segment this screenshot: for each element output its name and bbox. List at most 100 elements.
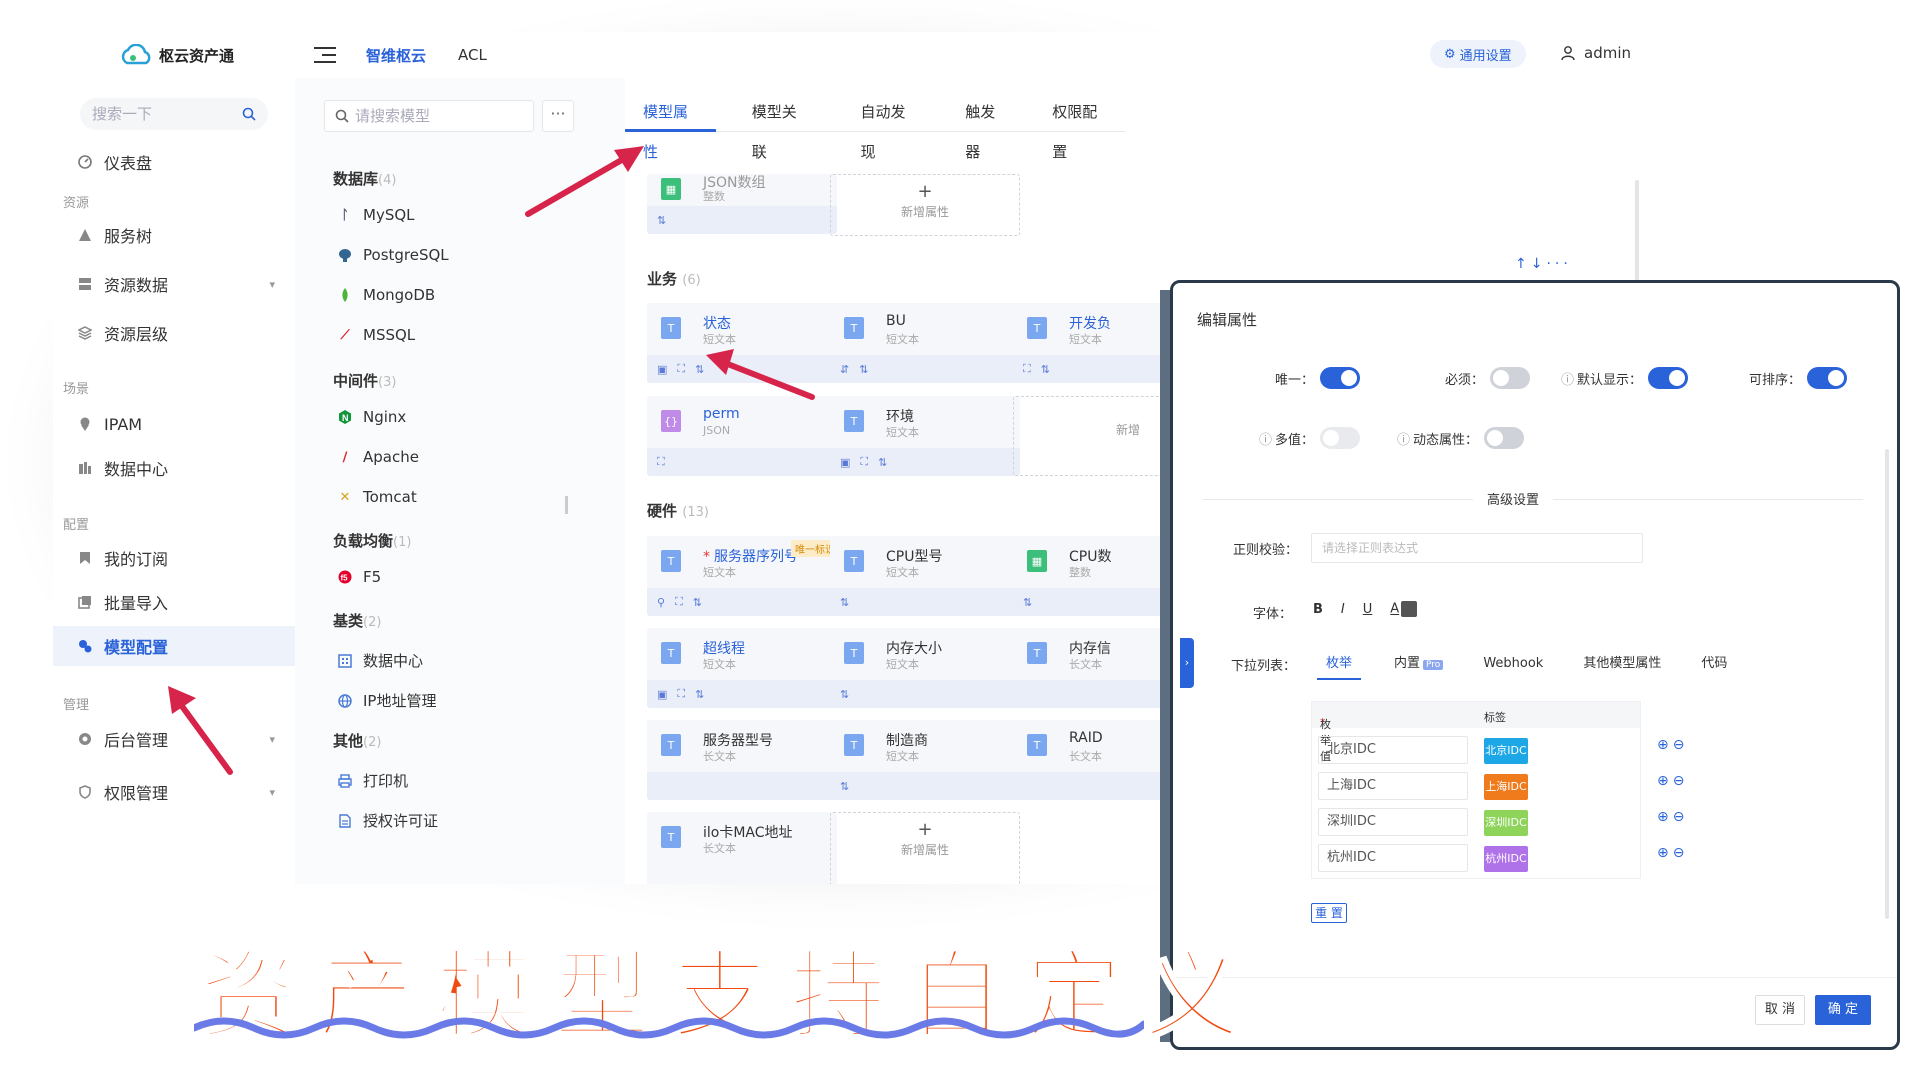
unique-icon[interactable]: ▣ bbox=[840, 456, 850, 469]
model-list-scrollbar[interactable] bbox=[565, 496, 568, 514]
regex-select[interactable]: 请选择正则表达式 bbox=[1311, 533, 1643, 563]
user-menu[interactable]: admin bbox=[1560, 44, 1631, 62]
attr-card-env[interactable]: T 环境 短文本 ▣ ⛶ ⇅ bbox=[830, 396, 1020, 476]
swap-icon[interactable]: ⇅ bbox=[840, 596, 849, 609]
tab-auto-discovery[interactable]: 自动发现 bbox=[842, 92, 933, 161]
group-hardware[interactable]: 硬件 (13) bbox=[647, 500, 709, 521]
sidebar-item-model-config[interactable]: 模型配置 bbox=[53, 626, 295, 666]
add-row-icon[interactable]: ⊕ bbox=[1657, 845, 1673, 861]
model-category-database[interactable]: 数据库(4) bbox=[333, 168, 396, 189]
tab-code[interactable]: 代码 bbox=[1686, 649, 1742, 680]
sidebar-item-resource-level[interactable]: 资源层级 bbox=[53, 313, 295, 353]
attr-card-bu[interactable]: T BU 短文本 ⇵ ⇅ bbox=[830, 303, 1020, 383]
model-item-f5[interactable]: f5 F5 bbox=[337, 568, 381, 586]
group-business[interactable]: 业务 (6) bbox=[647, 268, 701, 289]
add-row-icon[interactable]: ⊕ bbox=[1657, 809, 1673, 825]
swap-icon[interactable]: ⇅ bbox=[859, 363, 868, 376]
dynamic-toggle[interactable] bbox=[1484, 427, 1525, 449]
pin-icon[interactable]: ⚲ bbox=[657, 596, 665, 609]
model-item-nginx[interactable]: N Nginx bbox=[337, 408, 406, 426]
topnav-primary[interactable]: 智维枢云 bbox=[366, 45, 426, 66]
attr-card-vendor[interactable]: T 制造商 短文本 ⇅ bbox=[830, 720, 1020, 800]
attr-card-hyperthread[interactable]: T 超线程 短文本 ▣ ⛶ ⇅ bbox=[647, 628, 837, 708]
swap-icon[interactable]: ⇅ bbox=[657, 214, 666, 227]
remove-row-icon[interactable]: ⊖ bbox=[1673, 773, 1689, 789]
enum-value-input[interactable]: 深圳IDC bbox=[1318, 808, 1468, 836]
multi-value-toggle[interactable] bbox=[1320, 427, 1361, 449]
model-item-printer[interactable]: 打印机 bbox=[337, 770, 408, 791]
underline-button[interactable]: U bbox=[1363, 602, 1373, 617]
swap-icon[interactable]: ⇅ bbox=[1023, 596, 1032, 609]
sort-icon[interactable]: ⇵ bbox=[840, 363, 849, 376]
reset-button[interactable]: 重 置 bbox=[1311, 903, 1347, 923]
unique-icon[interactable]: ▣ bbox=[657, 688, 667, 701]
expand-icon[interactable]: ⛶ bbox=[677, 687, 685, 701]
add-attribute-button[interactable]: + 新增属性 bbox=[830, 812, 1020, 884]
expand-icon[interactable]: ⛶ bbox=[1023, 362, 1031, 376]
attr-card-memory[interactable]: T 内存大小 短文本 ⇅ bbox=[830, 628, 1020, 708]
cancel-button[interactable]: 取 消 bbox=[1755, 995, 1805, 1025]
model-category-base[interactable]: 基类(2) bbox=[333, 610, 381, 631]
sidebar-search-input[interactable]: 搜索一下 bbox=[80, 98, 268, 130]
settings-button[interactable]: ⚙ 通用设置 bbox=[1430, 40, 1526, 68]
model-item-datacenter[interactable]: 数据中心 bbox=[337, 650, 423, 671]
confirm-button[interactable]: 确 定 bbox=[1815, 995, 1871, 1025]
model-item-apache[interactable]: ∕ Apache bbox=[337, 448, 419, 466]
sidebar-item-service-tree[interactable]: 服务树 bbox=[53, 215, 295, 255]
more-button[interactable]: ··· bbox=[542, 100, 574, 132]
attr-card-json-array[interactable]: ▦ JSON数组 整数 ⇅ bbox=[647, 174, 837, 234]
swap-icon[interactable]: ⇅ bbox=[840, 780, 849, 793]
attr-card-cpu-model[interactable]: T CPU型号 短文本 ⇅ bbox=[830, 536, 1020, 616]
dialog-scrollbar[interactable] bbox=[1885, 449, 1889, 919]
unique-toggle[interactable] bbox=[1320, 367, 1361, 389]
swap-icon[interactable]: ⇅ bbox=[1041, 363, 1050, 376]
tab-model-relations[interactable]: 模型关联 bbox=[734, 92, 825, 161]
remove-row-icon[interactable]: ⊖ bbox=[1673, 737, 1689, 753]
font-color-button[interactable]: A bbox=[1390, 601, 1418, 617]
model-item-license[interactable]: 授权许可证 bbox=[337, 810, 438, 831]
swap-icon[interactable]: ⇅ bbox=[695, 688, 704, 701]
remove-row-icon[interactable]: ⊖ bbox=[1673, 809, 1689, 825]
tab-permissions[interactable]: 权限配置 bbox=[1034, 92, 1125, 161]
attr-card-serial[interactable]: T * 服务器序列号 唯一标识 短文本 ⚲ ⛶ ⇅ bbox=[647, 536, 839, 616]
sidebar-item-dashboard[interactable]: 仪表盘 bbox=[53, 142, 295, 182]
model-item-ip[interactable]: IP地址管理 bbox=[337, 690, 436, 711]
add-row-icon[interactable]: ⊕ bbox=[1657, 773, 1673, 789]
model-item-mysql[interactable]: ᛚ MySQL bbox=[337, 206, 414, 224]
expand-icon[interactable]: ⛶ bbox=[860, 455, 868, 469]
swap-icon[interactable]: ⇅ bbox=[693, 596, 702, 609]
enum-tag[interactable]: 深圳IDC bbox=[1484, 810, 1528, 836]
menu-toggle-icon[interactable] bbox=[314, 47, 337, 63]
add-attribute-button[interactable]: + 新增属性 bbox=[830, 174, 1020, 236]
bold-button[interactable]: B bbox=[1313, 602, 1323, 617]
attr-card-ilo-mac[interactable]: Tilo卡MAC地址 长文本 bbox=[647, 812, 837, 884]
model-category-other[interactable]: 其他(2) bbox=[333, 730, 381, 751]
logo[interactable]: 枢云资产通 bbox=[119, 44, 234, 66]
model-item-postgresql[interactable]: PostgreSQL bbox=[337, 246, 449, 264]
tab-webhook[interactable]: Webhook bbox=[1468, 649, 1558, 680]
swap-icon[interactable]: ⇅ bbox=[840, 688, 849, 701]
default-show-toggle[interactable] bbox=[1648, 367, 1689, 389]
expand-icon[interactable]: ⛶ bbox=[677, 362, 685, 376]
attr-card-server-model[interactable]: T 服务器型号 长文本 bbox=[647, 720, 837, 800]
attr-card-perm[interactable]: {} perm JSON ⛶ bbox=[647, 396, 837, 476]
enum-value-input[interactable]: 北京IDC bbox=[1318, 736, 1468, 764]
topnav-acl[interactable]: ACL bbox=[458, 46, 487, 64]
sidebar-item-resource-data[interactable]: 资源数据 ▾ bbox=[53, 264, 295, 304]
model-item-mongodb[interactable]: MongoDB bbox=[337, 286, 435, 304]
model-search-input[interactable]: 请搜索模型 bbox=[324, 100, 534, 132]
model-item-tomcat[interactable]: ✕ Tomcat bbox=[337, 488, 417, 506]
model-category-middleware[interactable]: 中间件(3) bbox=[333, 370, 396, 391]
italic-button[interactable]: I bbox=[1341, 602, 1345, 617]
arrow-up-icon[interactable]: ↑ bbox=[1515, 256, 1531, 272]
tab-triggers[interactable]: 触发器 bbox=[947, 92, 1024, 161]
add-row-icon[interactable]: ⊕ bbox=[1657, 737, 1673, 753]
sidebar-item-subscription[interactable]: 我的订阅 bbox=[53, 538, 295, 578]
collapse-handle-chevron-icon[interactable]: › bbox=[1180, 638, 1194, 688]
sortable-toggle[interactable] bbox=[1807, 367, 1848, 389]
tab-model-attributes[interactable]: 模型属性 bbox=[625, 92, 716, 161]
more-icon[interactable]: ··· bbox=[1546, 256, 1571, 272]
sidebar-item-batch-import[interactable]: 批量导入 bbox=[53, 582, 295, 622]
color-picker[interactable] bbox=[1401, 601, 1418, 617]
required-toggle[interactable] bbox=[1490, 367, 1531, 389]
